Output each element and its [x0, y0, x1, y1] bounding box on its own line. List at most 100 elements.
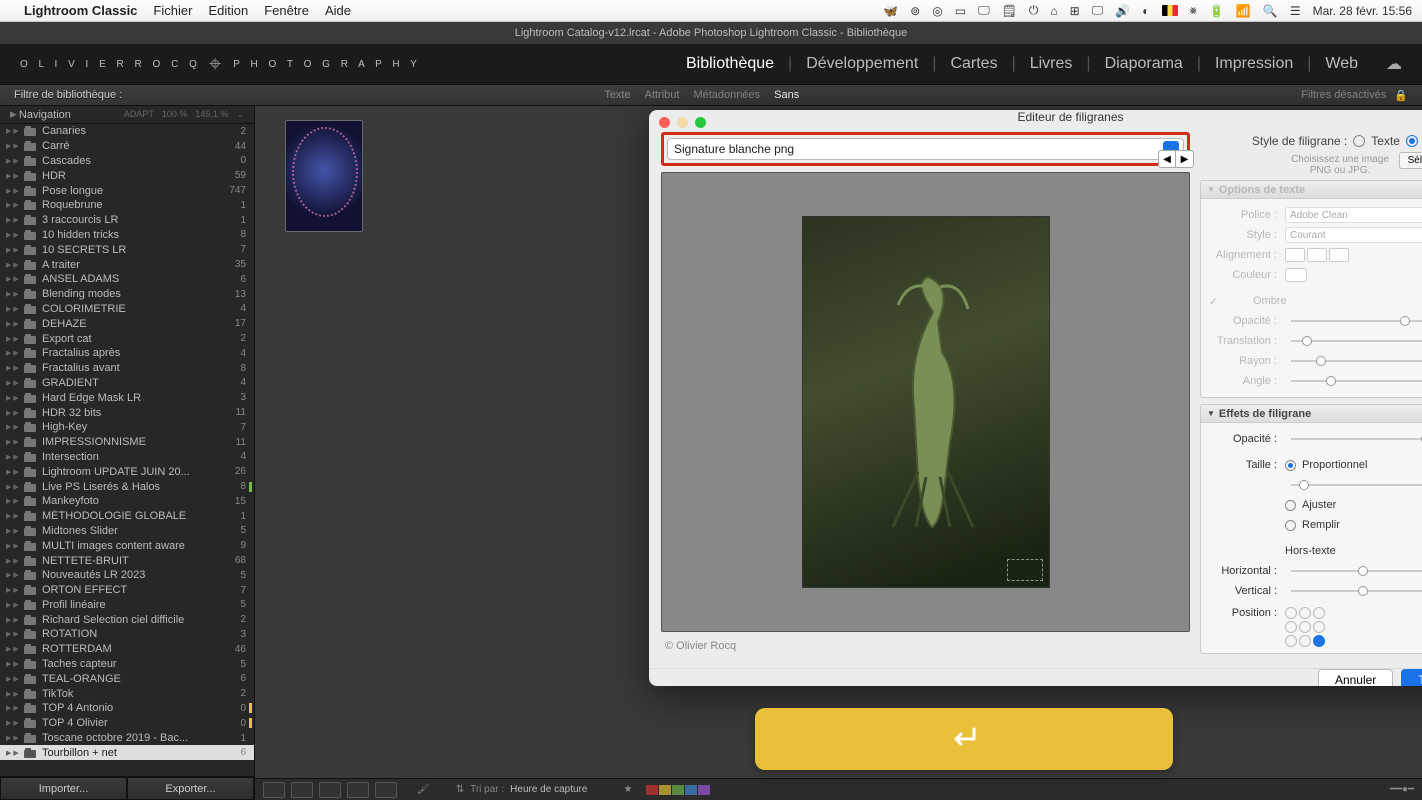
- collection-row[interactable]: ▶▶Taches capteur5: [0, 657, 254, 672]
- collection-row[interactable]: ▶▶A traiter35: [0, 257, 254, 272]
- menu-edit[interactable]: Edition: [208, 3, 248, 18]
- collection-row[interactable]: ▶▶Mankeyfoto15: [0, 494, 254, 509]
- dialog-close[interactable]: [659, 117, 670, 128]
- collection-row[interactable]: ▶▶Export cat2: [0, 331, 254, 346]
- size-slider[interactable]: [1291, 484, 1422, 486]
- next-image-button[interactable]: ▶: [1176, 150, 1194, 168]
- choose-image-button[interactable]: Sélectionner...: [1399, 152, 1422, 169]
- window-zoom[interactable]: [46, 28, 57, 39]
- collection-row[interactable]: ▶▶TOP 4 Olivier0: [0, 716, 254, 731]
- collection-row[interactable]: ▶▶TEAL-ORANGE6: [0, 671, 254, 686]
- import-button[interactable]: Importer...: [0, 777, 127, 800]
- collection-row[interactable]: ▶▶ROTATION3: [0, 627, 254, 642]
- collection-row[interactable]: ▶▶3 raccourcis LR1: [0, 213, 254, 228]
- navigator-header[interactable]: ▶ Navigation ADAPT 100 % 145,1 % ⌄: [0, 106, 254, 124]
- inset-h-slider[interactable]: [1291, 570, 1422, 572]
- dialog-minimize[interactable]: [677, 117, 688, 128]
- done-button[interactable]: Terminé: [1401, 669, 1422, 686]
- collection-row[interactable]: ▶▶Carré44: [0, 139, 254, 154]
- lock-icon[interactable]: 🔒: [1394, 89, 1408, 102]
- collection-row[interactable]: ▶▶ROTTERDAM46: [0, 642, 254, 657]
- size-fill-radio[interactable]: [1285, 520, 1296, 531]
- collection-row[interactable]: ▶▶High-Key7: [0, 420, 254, 435]
- collection-row[interactable]: ▶▶Richard Selection ciel difficile2: [0, 612, 254, 627]
- collection-row[interactable]: ▶▶Hard Edge Mask LR3: [0, 390, 254, 405]
- filter-tab-metadata[interactable]: Métadonnées: [693, 89, 760, 101]
- collection-row[interactable]: ▶▶TOP 4 Antonio0: [0, 701, 254, 716]
- collection-row[interactable]: ▶▶ORTON EFFECT7: [0, 583, 254, 598]
- volume-icon[interactable]: 🔊: [1115, 4, 1130, 18]
- painter-icon[interactable]: 🖌: [417, 784, 430, 795]
- collection-row[interactable]: ▶▶GRADIENT4: [0, 376, 254, 391]
- filter-tab-attribute[interactable]: Attribut: [645, 89, 680, 101]
- window-minimize[interactable]: [28, 28, 39, 39]
- style-graphic-radio[interactable]: [1406, 135, 1418, 147]
- watermark-handle[interactable]: [1007, 559, 1043, 581]
- collection-row[interactable]: ▶▶NETTETE-BRUIT68: [0, 553, 254, 568]
- collection-row[interactable]: ▶▶HDR59: [0, 168, 254, 183]
- collection-row[interactable]: ▶▶Canaries2: [0, 124, 254, 139]
- cancel-button[interactable]: Annuler: [1318, 669, 1393, 686]
- sort-menu[interactable]: Heure de capture: [510, 784, 587, 795]
- collection-row[interactable]: ▶▶DEHAZE17: [0, 316, 254, 331]
- dialog-zoom[interactable]: [695, 117, 706, 128]
- size-proportional-radio[interactable]: [1285, 460, 1296, 471]
- prev-image-button[interactable]: ◀: [1158, 150, 1176, 168]
- bluetooth-icon[interactable]: ⨳: [1190, 3, 1197, 18]
- view-people-button[interactable]: [375, 782, 397, 798]
- collection-row[interactable]: ▶▶Cascades0: [0, 154, 254, 169]
- collection-row[interactable]: ▶▶Fractalius avant8: [0, 361, 254, 376]
- module-book[interactable]: Livres: [1030, 55, 1073, 73]
- chevron-down-icon[interactable]: ⌄: [236, 109, 244, 120]
- search-icon[interactable]: 🔍: [1263, 4, 1278, 18]
- collection-row[interactable]: ▶▶IMPRESSIONNISME11: [0, 435, 254, 450]
- window-close[interactable]: [10, 28, 21, 39]
- collection-row[interactable]: ▶▶Nouveautés LR 20235: [0, 568, 254, 583]
- collection-row[interactable]: ▶▶Midtones Slider5: [0, 524, 254, 539]
- collection-row[interactable]: ▶▶TikTok2: [0, 686, 254, 701]
- module-web[interactable]: Web: [1325, 55, 1358, 73]
- collection-row[interactable]: ▶▶HDR 32 bits11: [0, 405, 254, 420]
- menu-file[interactable]: Fichier: [153, 3, 192, 18]
- menu-help[interactable]: Aide: [325, 3, 351, 18]
- collection-list[interactable]: ▶▶Canaries2▶▶Carré44▶▶Cascades0▶▶HDR59▶▶…: [0, 124, 254, 776]
- opacity-slider[interactable]: [1291, 438, 1422, 440]
- collection-row[interactable]: ▶▶Toscane octobre 2019 - Bac...1: [0, 731, 254, 746]
- preset-dropdown[interactable]: Signature blanche png ⌄: [667, 138, 1184, 160]
- view-loupe-button[interactable]: [291, 782, 313, 798]
- collection-row[interactable]: ▶▶10 SECRETS LR7: [0, 242, 254, 257]
- filters-disabled-label[interactable]: Filtres désactivés: [1301, 89, 1386, 101]
- collection-row[interactable]: ▶▶MÉTHODOLOGIE GLOBALE1: [0, 509, 254, 524]
- module-print[interactable]: Impression: [1215, 55, 1293, 73]
- anchor-grid[interactable]: [1285, 607, 1325, 647]
- battery-icon[interactable]: 🔋: [1209, 4, 1224, 18]
- collection-row[interactable]: ▶▶Blending modes13: [0, 287, 254, 302]
- collection-row[interactable]: ▶▶MULTI images content aware9: [0, 538, 254, 553]
- collection-row[interactable]: ▶▶10 hidden tricks8: [0, 228, 254, 243]
- view-compare-button[interactable]: [319, 782, 341, 798]
- view-grid-button[interactable]: [263, 782, 285, 798]
- grid-thumbnail[interactable]: [285, 120, 363, 232]
- size-fit-radio[interactable]: [1285, 500, 1296, 511]
- collection-row[interactable]: ▶▶Pose longue747: [0, 183, 254, 198]
- inset-v-slider[interactable]: [1291, 590, 1422, 592]
- thumbnail-size-slider[interactable]: ━━●━: [1390, 784, 1414, 795]
- menu-window[interactable]: Fenêtre: [264, 3, 309, 18]
- module-library[interactable]: Bibliothèque: [686, 55, 774, 73]
- filter-tab-text[interactable]: Texte: [604, 89, 630, 101]
- view-survey-button[interactable]: [347, 782, 369, 798]
- collection-row[interactable]: ▶▶ANSEL ADAMS6: [0, 272, 254, 287]
- collection-row[interactable]: ▶▶Live PS Liserés & Halos8: [0, 479, 254, 494]
- collection-row[interactable]: ▶▶Fractalius après4: [0, 346, 254, 361]
- collection-row[interactable]: ▶▶COLORIMETRIE4: [0, 302, 254, 317]
- collection-row[interactable]: ▶▶Intersection4: [0, 450, 254, 465]
- app-name[interactable]: Lightroom Classic: [24, 3, 137, 18]
- export-button[interactable]: Exporter...: [127, 777, 254, 800]
- flag-icon[interactable]: [1162, 5, 1178, 16]
- cloud-sync-icon[interactable]: ☁: [1386, 54, 1402, 74]
- style-text-radio[interactable]: [1353, 135, 1365, 147]
- collection-row[interactable]: ▶▶Lightroom UPDATE JUIN 20...26: [0, 464, 254, 479]
- rating-star[interactable]: ★: [623, 784, 632, 795]
- module-slideshow[interactable]: Diaporama: [1105, 55, 1183, 73]
- clock[interactable]: Mar. 28 févr. 15:56: [1313, 4, 1412, 18]
